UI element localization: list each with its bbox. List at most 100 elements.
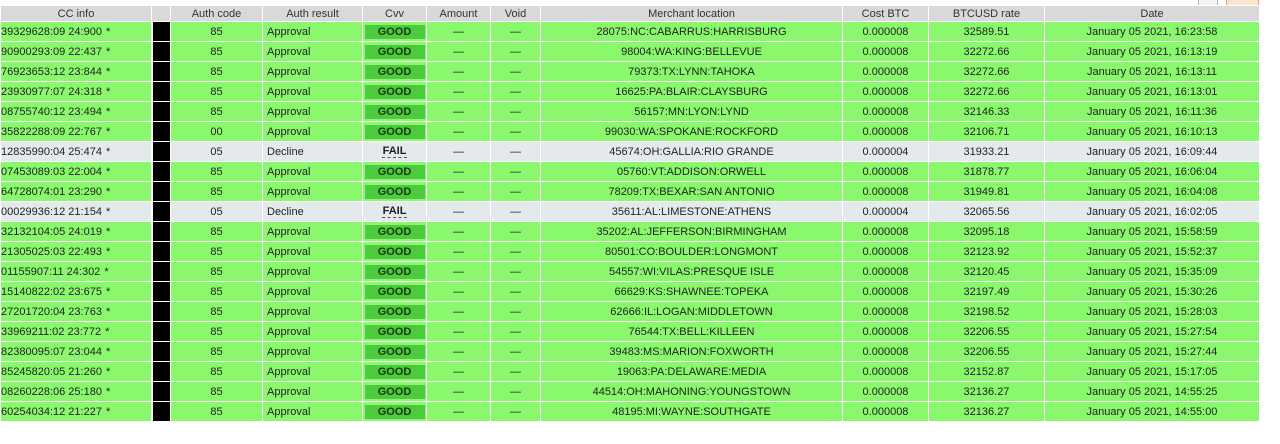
amount-cell: — bbox=[426, 141, 491, 162]
table-row[interactable]: 12835990:04 25:474 * 05 Decline FAIL — —45674:… bbox=[0, 141, 1260, 162]
cc-info-cell: 32132104:05 24:019 * bbox=[0, 221, 152, 242]
merchant-location-cell: 05760:VT:ADDISON:ORWELL bbox=[540, 161, 843, 182]
table-row[interactable]: 85245820:05 21:260 * 85 Approval GOOD — —19063… bbox=[0, 361, 1260, 382]
cc-info-marker: * bbox=[105, 45, 111, 58]
amount-cell: — bbox=[426, 361, 491, 382]
black-swatch bbox=[152, 302, 170, 321]
column-header-cvv[interactable]: Cvv bbox=[362, 5, 427, 22]
merchant-location-cell: 99030:WA:SPOKANE:ROCKFORD bbox=[540, 121, 843, 142]
table-row[interactable]: 15140822:02 23:675 * 85 Approval GOOD — —66629… bbox=[0, 281, 1260, 302]
amount-cell: — bbox=[426, 381, 491, 402]
transactions-table: CC info Auth code Auth result Cvv Amount… bbox=[0, 5, 1260, 422]
cc-info-text: 21305025:03 22:493 bbox=[1, 245, 102, 258]
column-header-cost-btc[interactable]: Cost BTC bbox=[842, 5, 929, 22]
merchant-location-cell: 48195:MI:WAYNE:SOUTHGATE bbox=[540, 401, 843, 422]
auth-code-cell: 05 bbox=[170, 201, 263, 222]
table-row[interactable]: 07453089:03 22:004 * 85 Approval GOOD — —05760… bbox=[0, 161, 1260, 182]
cc-info-text: 12835990:04 25:474 bbox=[1, 145, 102, 158]
column-header-date[interactable]: Date bbox=[1044, 5, 1260, 22]
cost-btc-cell: 0.000008 bbox=[842, 341, 929, 362]
cvv-cell: FAIL bbox=[362, 201, 427, 222]
merchant-location-cell: 45674:OH:GALLIA:RIO GRANDE bbox=[540, 141, 843, 162]
table-row[interactable]: 21305025:03 22:493 * 85 Approval GOOD — —80501… bbox=[0, 241, 1260, 262]
cc-info-cell: 08755740:12 23:494 * bbox=[0, 101, 152, 122]
cvv-cell: FAIL bbox=[362, 141, 427, 162]
cvv-badge: GOOD bbox=[364, 64, 425, 79]
black-swatch bbox=[152, 362, 170, 381]
auth-result-cell: Approval bbox=[262, 381, 363, 402]
auth-result-cell: Approval bbox=[262, 361, 363, 382]
column-header-auth-result[interactable]: Auth result bbox=[262, 5, 363, 22]
cc-info-marker: * bbox=[105, 25, 111, 38]
swatch-cell bbox=[151, 341, 171, 362]
cost-btc-cell: 0.000008 bbox=[842, 21, 929, 42]
cc-info-cell: 85245820:05 21:260 * bbox=[0, 361, 152, 382]
table-row[interactable]: 39329628:09 24:900 * 85 Approval GOOD — —28075… bbox=[0, 21, 1260, 42]
table-row[interactable]: 64728074:01 23:290 * 85 Approval GOOD — —78209… bbox=[0, 181, 1260, 202]
table-row[interactable]: 23930977:07 24:318 * 85 Approval GOOD — —16625… bbox=[0, 81, 1260, 102]
cc-info-text: 08260228:06 25:180 bbox=[1, 385, 102, 398]
table-row[interactable]: 01155907:11 24:302 * 85 Approval GOOD — —54557… bbox=[0, 261, 1260, 282]
auth-result-cell: Decline bbox=[262, 141, 363, 162]
black-swatch bbox=[152, 342, 170, 361]
column-header-amount[interactable]: Amount bbox=[426, 5, 491, 22]
table-row[interactable]: 33969211:02 23:772 * 85 Approval GOOD — —76544… bbox=[0, 321, 1260, 342]
cvv-cell: GOOD bbox=[362, 101, 427, 122]
merchant-location-cell: 19063:PA:DELAWARE:MEDIA bbox=[540, 361, 843, 382]
column-header-btcusd-rate[interactable]: BTCUSD rate bbox=[928, 5, 1045, 22]
column-header-auth-code[interactable]: Auth code bbox=[170, 5, 263, 22]
cc-info-cell: 08260228:06 25:180 * bbox=[0, 381, 152, 402]
swatch-cell bbox=[151, 261, 171, 282]
black-swatch bbox=[152, 42, 170, 61]
cost-btc-cell: 0.000004 bbox=[842, 141, 929, 162]
merchant-location-cell: 80501:CO:BOULDER:LONGMONT bbox=[540, 241, 843, 262]
table-row[interactable]: 82380095:07 23:044 * 85 Approval GOOD — —39483… bbox=[0, 341, 1260, 362]
void-cell: — bbox=[490, 301, 541, 322]
cc-info-cell: 90900293:09 22:437 * bbox=[0, 41, 152, 62]
auth-result-cell: Decline bbox=[262, 201, 363, 222]
table-row[interactable]: 32132104:05 24:019 * 85 Approval GOOD — —35202… bbox=[0, 221, 1260, 242]
swatch-cell bbox=[151, 121, 171, 142]
auth-code-cell: 85 bbox=[170, 381, 263, 402]
cvv-badge: GOOD bbox=[364, 164, 425, 179]
cc-info-text: 23930977:07 24:318 bbox=[1, 85, 102, 98]
table-row[interactable]: 35822288:09 22:767 * 00 Approval GOOD — —99030… bbox=[0, 121, 1260, 142]
table-row[interactable]: 90900293:09 22:437 * 85 Approval GOOD — —98004… bbox=[0, 41, 1260, 62]
table-row[interactable]: 08755740:12 23:494 * 85 Approval GOOD — —56157… bbox=[0, 101, 1260, 122]
cost-btc-cell: 0.000008 bbox=[842, 301, 929, 322]
cvv-cell: GOOD bbox=[362, 321, 427, 342]
date-cell: January 05 2021, 16:11:36 bbox=[1044, 101, 1260, 122]
column-header-swatch bbox=[151, 5, 171, 22]
cvv-cell: GOOD bbox=[362, 161, 427, 182]
merchant-location-cell: 35611:AL:LIMESTONE:ATHENS bbox=[540, 201, 843, 222]
auth-result-cell: Approval bbox=[262, 261, 363, 282]
auth-result-cell: Approval bbox=[262, 241, 363, 262]
table-row[interactable]: 60254034:12 21:227 * 85 Approval GOOD — —48195… bbox=[0, 401, 1260, 422]
column-header-void[interactable]: Void bbox=[490, 5, 541, 22]
merchant-location-cell: 79373:TX:LYNN:TAHOKA bbox=[540, 61, 843, 82]
auth-code-cell: 85 bbox=[170, 361, 263, 382]
cost-btc-cell: 0.000008 bbox=[842, 181, 929, 202]
cvv-badge: GOOD bbox=[364, 384, 425, 399]
date-cell: January 05 2021, 15:27:54 bbox=[1044, 321, 1260, 342]
table-row[interactable]: 08260228:06 25:180 * 85 Approval GOOD — —44514… bbox=[0, 381, 1260, 402]
amount-cell: — bbox=[426, 81, 491, 102]
table-header-row: CC info Auth code Auth result Cvv Amount… bbox=[0, 5, 1260, 22]
cvv-cell: GOOD bbox=[362, 401, 427, 422]
cc-info-marker: * bbox=[104, 265, 109, 278]
swatch-cell bbox=[151, 321, 171, 342]
black-swatch bbox=[152, 202, 170, 221]
cc-info-text: 01155907:11 24:302 bbox=[1, 265, 101, 278]
column-header-cc-info[interactable]: CC info bbox=[0, 5, 152, 22]
date-cell: January 05 2021, 15:58:59 bbox=[1044, 221, 1260, 242]
date-cell: January 05 2021, 15:28:03 bbox=[1044, 301, 1260, 322]
column-header-merchant-location[interactable]: Merchant location bbox=[540, 5, 843, 22]
void-cell: — bbox=[490, 141, 541, 162]
cost-btc-cell: 0.000008 bbox=[842, 281, 929, 302]
black-swatch bbox=[152, 382, 170, 401]
amount-cell: — bbox=[426, 341, 491, 362]
table-row[interactable]: 27201720:04 23:763 * 85 Approval GOOD — —62666… bbox=[0, 301, 1260, 322]
table-row[interactable]: 00029936:12 21:154 * 05 Decline FAIL — —35611:… bbox=[0, 201, 1260, 222]
table-row[interactable]: 76923653:12 23:844 * 85 Approval GOOD — —79373… bbox=[0, 61, 1260, 82]
cc-info-marker: * bbox=[105, 325, 110, 338]
